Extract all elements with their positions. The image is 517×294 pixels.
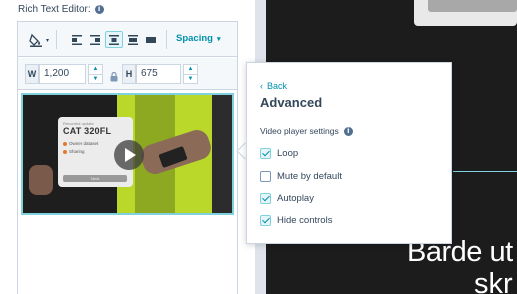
- align-center-icon[interactable]: [105, 31, 123, 48]
- video-card-title: CAT 320FL: [63, 126, 112, 136]
- autoplay-label: Autoplay: [277, 193, 314, 204]
- loop-option[interactable]: Loop: [260, 148, 298, 159]
- status-dot-icon: [63, 149, 67, 154]
- align-inline-icon[interactable]: [126, 31, 140, 48]
- toolbar-divider: [166, 30, 167, 49]
- chevron-down-icon: ▾: [216, 35, 221, 43]
- spacing-label: Spacing: [176, 33, 213, 44]
- width-input[interactable]: 1,200: [39, 64, 86, 84]
- advanced-popover: ‹ Back Advanced Video player settings i …: [246, 62, 452, 244]
- chevron-up-icon[interactable]: ▲: [184, 65, 197, 74]
- hide-controls-checkbox[interactable]: [260, 215, 271, 226]
- chevron-left-icon: ‹: [260, 81, 263, 91]
- chevron-down-icon[interactable]: ▼: [184, 74, 197, 84]
- align-left-icon[interactable]: [70, 31, 84, 48]
- align-right-icon[interactable]: [88, 31, 102, 48]
- back-link[interactable]: ‹ Back: [260, 81, 287, 91]
- popover-title: Advanced: [260, 95, 323, 110]
- toolbar-divider: [56, 30, 57, 49]
- video-card-row-label: Sharing: [69, 149, 85, 154]
- hide-controls-option[interactable]: Hide controls: [260, 215, 332, 226]
- preview-top-button[interactable]: [428, 0, 517, 12]
- height-stepper[interactable]: ▲ ▼: [183, 64, 198, 84]
- autoplay-checkbox[interactable]: [260, 193, 271, 204]
- video-card-row-label: Owner dataset: [69, 141, 99, 146]
- video-background: [212, 95, 232, 213]
- info-icon[interactable]: i: [343, 126, 353, 136]
- align-full-icon[interactable]: [144, 31, 158, 48]
- chevron-down-icon[interactable]: ▼: [89, 74, 102, 84]
- image-toolbar: ▾ Spacing ▾: [18, 22, 237, 57]
- video-player-settings-label: Video player settings i: [260, 126, 353, 136]
- video-card-button: Next: [63, 175, 127, 182]
- width-stepper[interactable]: ▲ ▼: [88, 64, 103, 84]
- hide-controls-label: Hide controls: [277, 215, 333, 226]
- loop-label: Loop: [277, 148, 299, 159]
- mute-by-default-label: Mute by default: [277, 171, 342, 182]
- mute-by-default-checkbox[interactable]: [260, 171, 271, 182]
- preview-heading-line2: skr: [474, 268, 513, 294]
- preview-divider-line: [453, 171, 517, 172]
- mute-by-default-option[interactable]: Mute by default: [260, 171, 342, 182]
- rich-text-editor: ▾ Spacing ▾ W 1,200 ▲ ▼ H 675 ▲ ▼ Record…: [17, 21, 238, 294]
- editor-title: Rich Text Editor: i: [18, 4, 104, 15]
- chevron-down-icon: ▾: [46, 38, 50, 44]
- height-label: H: [122, 64, 136, 84]
- image-size-row: W 1,200 ▲ ▼ H 675 ▲ ▼: [18, 58, 237, 90]
- editor-title-text: Rich Text Editor:: [18, 4, 91, 15]
- play-icon[interactable]: [114, 140, 144, 170]
- fill-color-icon[interactable]: [27, 31, 45, 48]
- spacing-dropdown[interactable]: Spacing ▾: [176, 33, 220, 44]
- section-label-text: Video player settings: [260, 126, 339, 136]
- chevron-up-icon[interactable]: ▲: [89, 65, 102, 74]
- height-input[interactable]: 675: [136, 64, 181, 84]
- video-hand: [29, 165, 53, 195]
- autoplay-option[interactable]: Autoplay: [260, 193, 314, 204]
- info-icon[interactable]: i: [94, 5, 104, 14]
- back-label: Back: [267, 81, 288, 91]
- status-dot-icon: [63, 141, 67, 146]
- lock-icon[interactable]: [110, 69, 118, 87]
- width-label: W: [25, 64, 39, 84]
- video-thumbnail[interactable]: Recorded update CAT 320FL Owner dataset …: [21, 93, 234, 215]
- loop-checkbox[interactable]: [260, 148, 271, 159]
